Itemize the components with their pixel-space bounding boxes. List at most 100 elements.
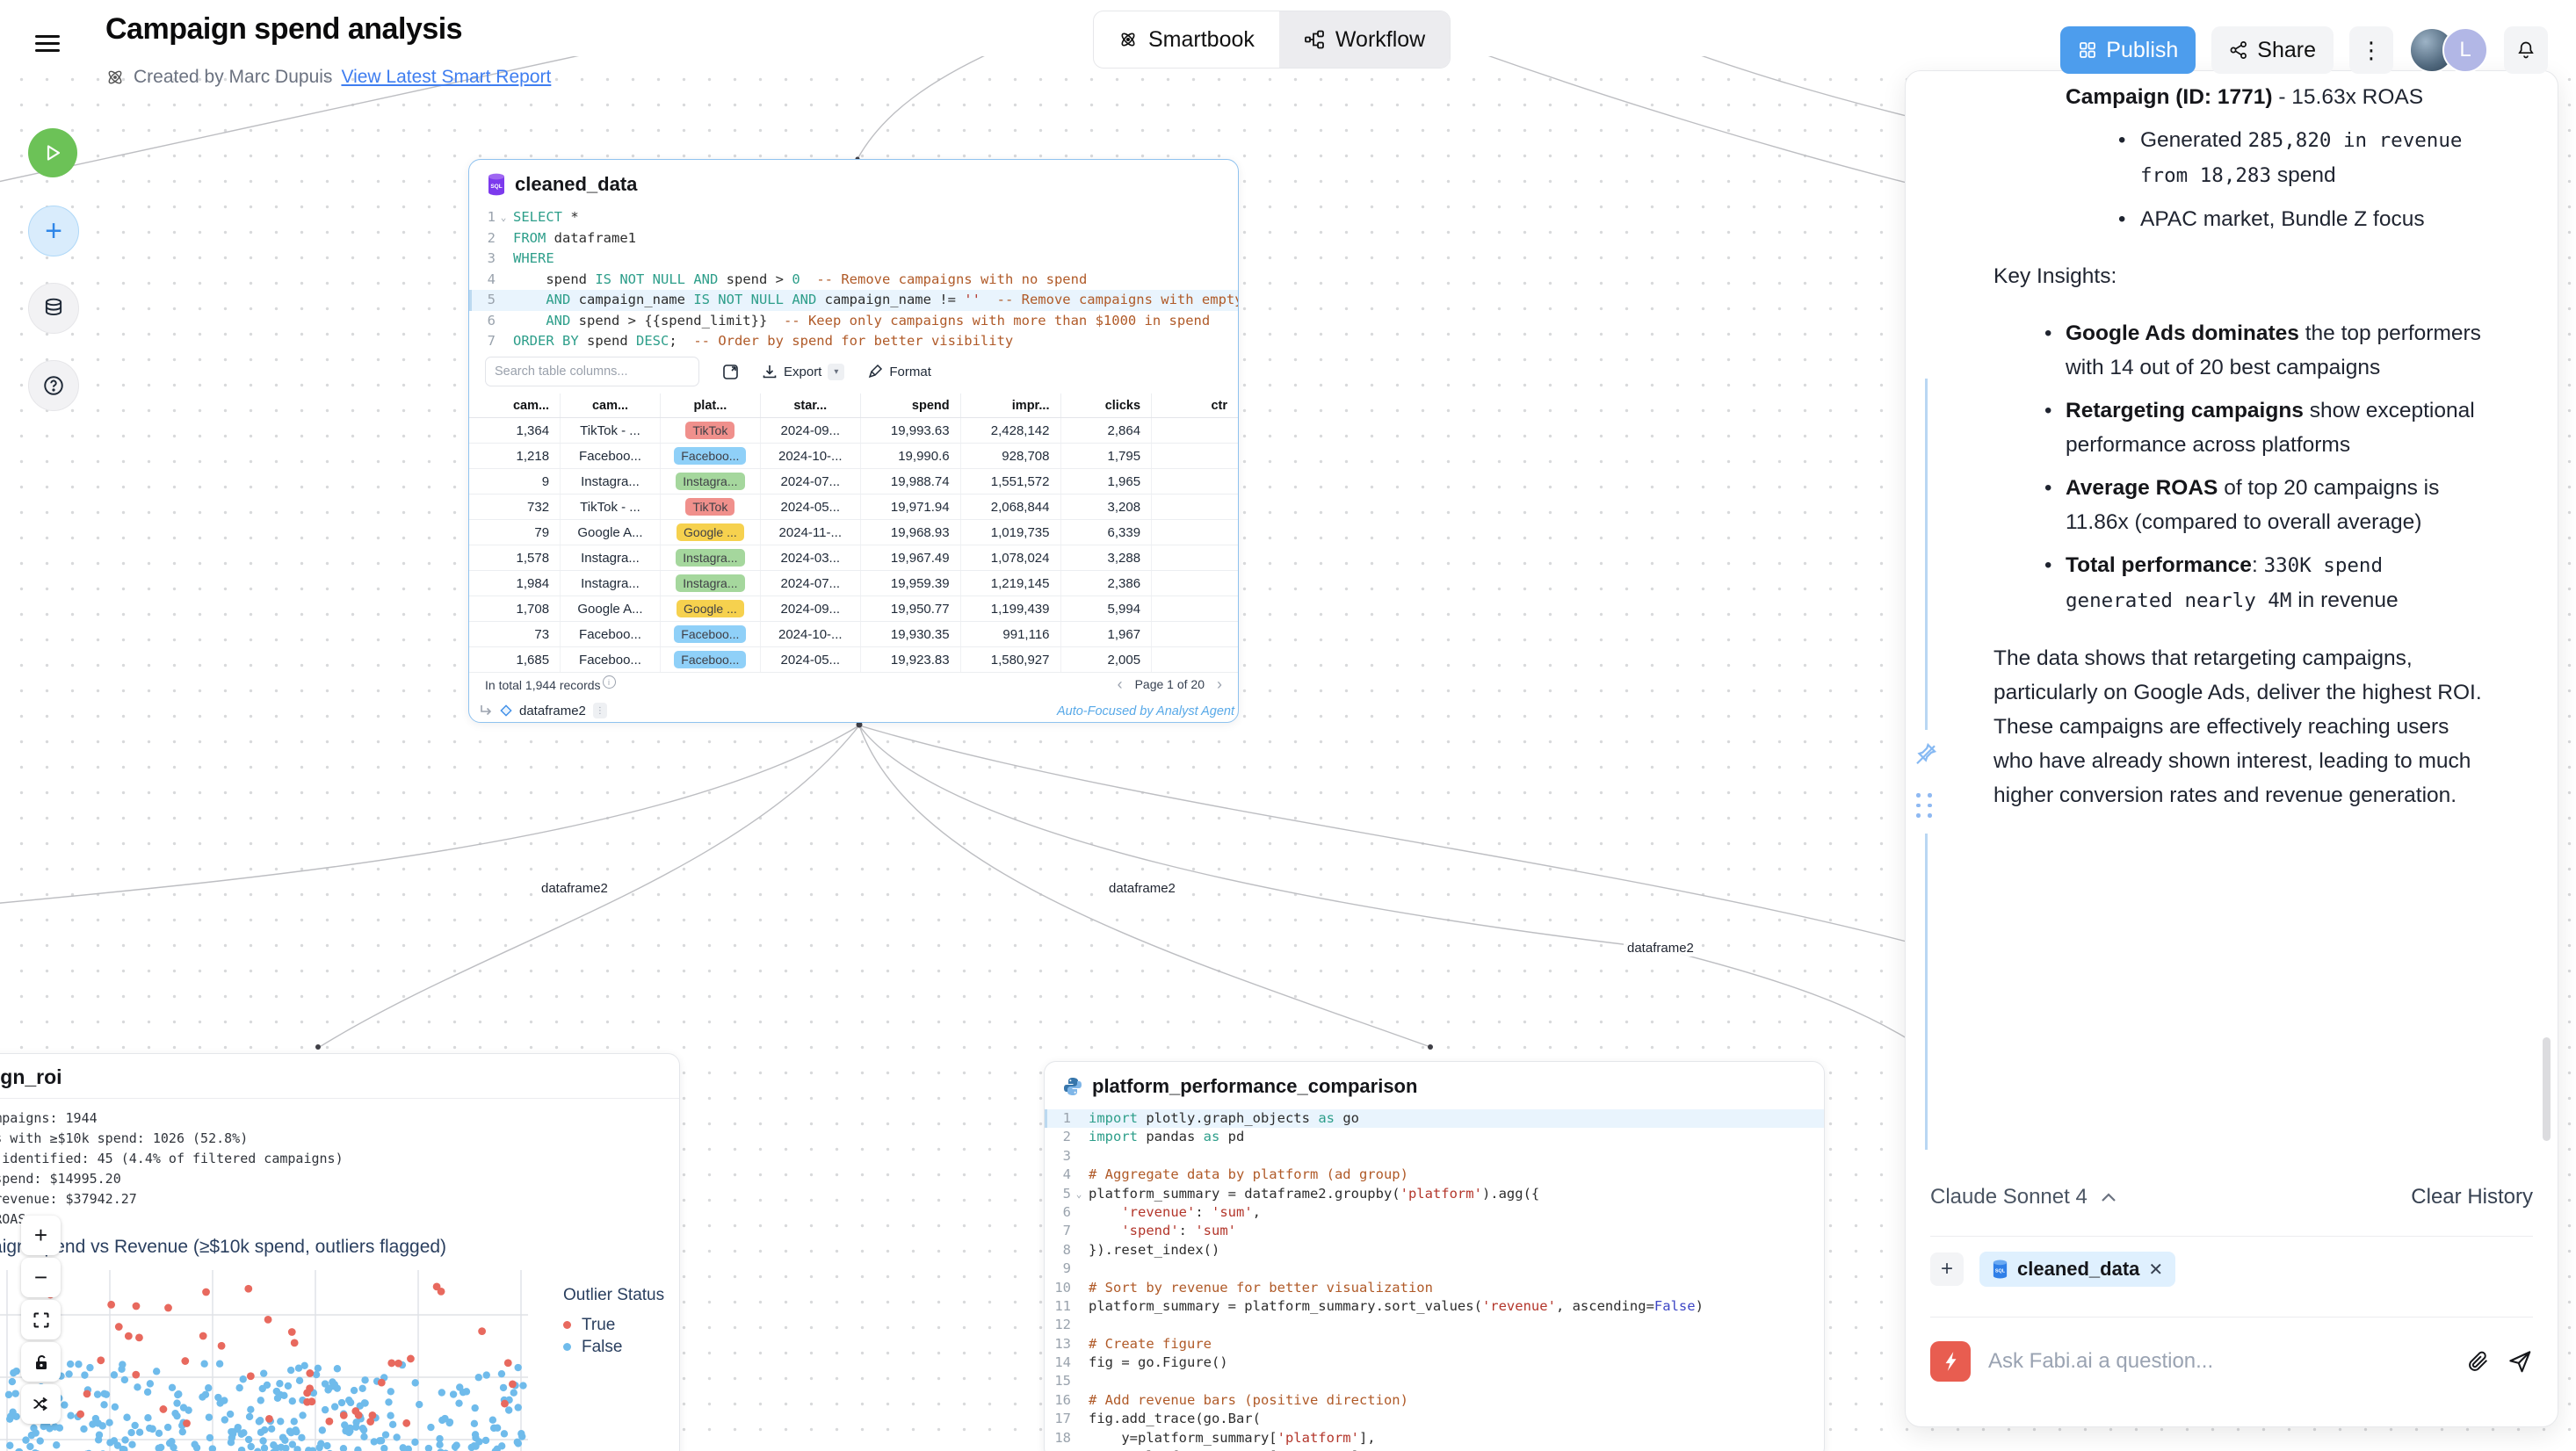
python-editor[interactable]: 1import plotly.graph_objects as go2impor… (1045, 1109, 1824, 1451)
code-line[interactable]: 18 y=platform_summary['platform'], (1045, 1429, 1824, 1447)
thread-indicator (1925, 834, 1928, 1150)
code-line[interactable]: 11platform_summary = platform_summary.so… (1045, 1297, 1824, 1316)
column-header[interactable]: clicks (1060, 393, 1152, 418)
help-button[interactable] (28, 360, 79, 411)
code-line[interactable]: 8}).reset_index() (1045, 1241, 1824, 1260)
node-cleaned-data[interactable]: SQL cleaned_data 1⌄SELECT *2FROM datafra… (468, 159, 1239, 723)
table-row[interactable]: 1,364TikTok - ...TikTok2024-09...19,993.… (469, 418, 1238, 444)
table-row[interactable]: 732TikTok - ...TikTok2024-05...19,971.94… (469, 494, 1238, 520)
smart-report-link[interactable]: View Latest Smart Report (341, 67, 551, 88)
code-line[interactable]: 7 'spend': 'sum' (1045, 1222, 1824, 1240)
ask-fabi-input[interactable] (1986, 1348, 2450, 1375)
column-header[interactable]: plat... (660, 393, 760, 418)
code-line[interactable]: 2FROM dataframe1 (469, 228, 1238, 249)
output-name[interactable]: dataframe2 (519, 704, 586, 718)
node-campaign-roi[interactable]: campaign_roi Total campaigns: 1944 Campa… (0, 1053, 680, 1451)
table-row[interactable]: 1,685Faceboo...Faceboo...2024-05...19,92… (469, 647, 1238, 673)
add-cell-button[interactable]: + (28, 206, 79, 256)
table-cell: Faceboo... (561, 622, 661, 647)
code-line[interactable]: 4# Aggregate data by platform (ad group) (1045, 1166, 1824, 1184)
code-line[interactable]: 3WHERE (469, 249, 1238, 270)
tab-workflow[interactable]: Workflow (1279, 11, 1450, 68)
sql-editor[interactable]: 1⌄SELECT *2FROM dataframe13WHERE4 spend … (469, 207, 1238, 352)
expand-table-button[interactable] (722, 364, 739, 380)
next-page-button[interactable]: › (1217, 675, 1222, 694)
code-line[interactable]: 14fig = go.Figure() (1045, 1354, 1824, 1372)
code-line[interactable]: 13# Create figure (1045, 1335, 1824, 1354)
fullscreen-button[interactable] (21, 1300, 61, 1339)
add-context-button[interactable]: + (1930, 1252, 1964, 1286)
search-input[interactable] (485, 357, 699, 386)
dataframe-diamond-icon (500, 704, 512, 717)
table-header-row: cam...cam...plat...star...spendimpr...cl… (469, 393, 1238, 418)
result-table[interactable]: cam...cam...plat...star...spendimpr...cl… (469, 393, 1238, 673)
column-header[interactable]: cam... (561, 393, 661, 418)
send-icon[interactable] (2507, 1348, 2533, 1375)
code-line[interactable]: 17fig.add_trace(go.Bar( (1045, 1410, 1824, 1428)
drag-handle-icon[interactable] (1916, 793, 1933, 818)
clear-history-button[interactable]: Clear History (2411, 1185, 2533, 1209)
code-line[interactable]: 5⌄platform_summary = dataframe2.groupby(… (1045, 1185, 1824, 1203)
code-line[interactable]: 9 (1045, 1260, 1824, 1278)
column-header[interactable]: cam... (469, 393, 561, 418)
code-line[interactable]: 6 'revenue': 'sum', (1045, 1203, 1824, 1222)
remove-chip-icon[interactable]: ✕ (2148, 1259, 2163, 1281)
code-line[interactable]: 1⌄SELECT * (469, 207, 1238, 228)
code-line[interactable]: 10# Sort by revenue for better visualiza… (1045, 1279, 1824, 1297)
table-cell: 2024-11-... (760, 520, 860, 545)
table-cell: 2024-09... (760, 418, 860, 444)
more-menu-button[interactable]: ⋮ (2349, 26, 2393, 74)
scrollbar-thumb[interactable] (2543, 1037, 2551, 1141)
code-line[interactable]: 12 (1045, 1316, 1824, 1334)
context-chip[interactable]: SQL cleaned_data ✕ (1979, 1252, 2175, 1287)
database-icon (42, 297, 65, 320)
table-cell: 1,685 (469, 647, 561, 673)
tab-smartbook[interactable]: Smartbook (1094, 11, 1279, 68)
attachment-icon[interactable] (2466, 1349, 2491, 1374)
code-line[interactable]: 19 x=platform_summary['revenue'], (1045, 1447, 1824, 1451)
code-line[interactable]: 3 (1045, 1147, 1824, 1166)
column-header[interactable]: spend (860, 393, 960, 418)
svg-text:SQL: SQL (490, 184, 502, 190)
code-line[interactable]: 1import plotly.graph_objects as go (1045, 1109, 1824, 1128)
share-button[interactable]: Share (2211, 26, 2334, 74)
drag-handle-icon[interactable]: ⋮ (593, 703, 607, 718)
table-row[interactable]: 9Instagra...Instagra...2024-07...19,988.… (469, 469, 1238, 494)
unpin-icon[interactable] (1913, 740, 1939, 767)
avatar-letter[interactable]: L (2442, 27, 2488, 73)
table-row[interactable]: 1,218Faceboo...Faceboo...2024-10-...19,9… (469, 444, 1238, 469)
menu-icon[interactable] (35, 35, 60, 54)
data-sources-button[interactable] (28, 283, 79, 334)
legend-item[interactable]: False (563, 1336, 664, 1358)
table-row[interactable]: 1,708Google A...Google ...2024-09...19,9… (469, 596, 1238, 622)
column-header[interactable]: ctr (1152, 393, 1238, 418)
shuffle-button[interactable] (21, 1384, 61, 1424)
table-row[interactable]: 1,984Instagra...Instagra...2024-07...19,… (469, 571, 1238, 596)
column-header[interactable]: impr... (960, 393, 1060, 418)
table-row[interactable]: 1,578Instagra...Instagra...2024-03...19,… (469, 545, 1238, 571)
code-line[interactable]: 6 AND spend > {{spend_limit}} -- Keep on… (469, 311, 1238, 332)
code-line[interactable]: 5 AND campaign_name IS NOT NULL AND camp… (469, 290, 1238, 311)
notifications-button[interactable] (2504, 26, 2548, 74)
code-line[interactable]: 7ORDER BY spend DESC; -- Order by spend … (469, 331, 1238, 352)
table-row[interactable]: 79Google A...Google ...2024-11-...19,968… (469, 520, 1238, 545)
lock-axes-button[interactable] (21, 1342, 61, 1382)
legend-item[interactable]: True (563, 1314, 664, 1336)
export-options-chevron[interactable]: ▾ (828, 364, 844, 380)
code-line[interactable]: 2import pandas as pd (1045, 1128, 1824, 1146)
node-platform-performance[interactable]: platform_performance_comparison 1import … (1044, 1061, 1825, 1451)
code-line[interactable]: 4 spend IS NOT NULL AND spend > 0 -- Rem… (469, 270, 1238, 291)
zoom-in-button[interactable]: + (21, 1216, 61, 1255)
export-button[interactable]: Export ▾ (762, 364, 844, 380)
format-button[interactable]: Format (867, 364, 931, 379)
code-line[interactable]: 16# Add revenue bars (positive direction… (1045, 1391, 1824, 1410)
model-selector[interactable]: Claude Sonnet 4 (1930, 1185, 2117, 1209)
info-icon[interactable]: i (603, 675, 616, 689)
run-workflow-button[interactable] (28, 128, 77, 177)
publish-button[interactable]: Publish (2060, 26, 2196, 74)
code-line[interactable]: 15 (1045, 1372, 1824, 1390)
zoom-out-button[interactable]: − (21, 1258, 61, 1297)
prev-page-button[interactable]: ‹ (1118, 675, 1123, 694)
column-header[interactable]: star... (760, 393, 860, 418)
table-row[interactable]: 73Faceboo...Faceboo...2024-10-...19,930.… (469, 622, 1238, 647)
